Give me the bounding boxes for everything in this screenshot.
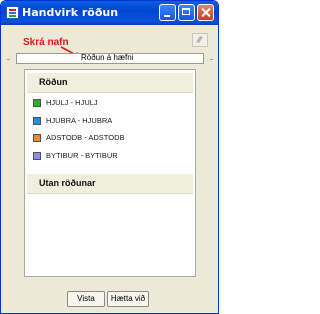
list-item-label: HJUBRA - HJUBRA: [46, 116, 113, 125]
color-swatch: [33, 152, 41, 160]
window-title: Handvirk röðun: [22, 6, 119, 19]
save-button[interactable]: Vista: [67, 291, 105, 307]
list-item-label: HJULJ - HJULJ: [46, 98, 98, 107]
close-button[interactable]: [197, 4, 214, 21]
edit-pencil-icon[interactable]: [192, 33, 208, 47]
maximize-button[interactable]: [178, 4, 195, 21]
right-splitter: [210, 59, 213, 60]
unordered-section-header: Utan röðunar: [27, 174, 193, 194]
window: Handvirk röðun Skrá nafn Röðun á hæfni R…: [0, 0, 219, 314]
ordered-section-header: Röðun: [27, 73, 193, 93]
left-splitter: [7, 59, 10, 60]
color-swatch: [33, 134, 41, 142]
app-icon: [6, 6, 19, 19]
title-bar[interactable]: Handvirk röðun: [1, 1, 218, 25]
ranking-name-value: Röðun á hæfni: [81, 53, 134, 62]
list-item-label: BYTIBUR - BYTIBUR: [46, 151, 118, 160]
ranking-panel: Röðun HJULJ - HJULJ HJUBRA - HJUBRA ADST…: [24, 69, 196, 277]
list-item-label: ADSTODB - ADSTODB: [46, 133, 125, 142]
color-swatch: [33, 99, 41, 107]
color-swatch: [33, 117, 41, 125]
unordered-section-title: Utan röðunar: [39, 178, 96, 188]
cancel-button[interactable]: Hætta við: [107, 291, 149, 307]
minimize-button[interactable]: [159, 4, 176, 21]
ordered-section-title: Röðun: [39, 77, 68, 87]
ranking-name-field[interactable]: Röðun á hæfni: [16, 53, 204, 64]
